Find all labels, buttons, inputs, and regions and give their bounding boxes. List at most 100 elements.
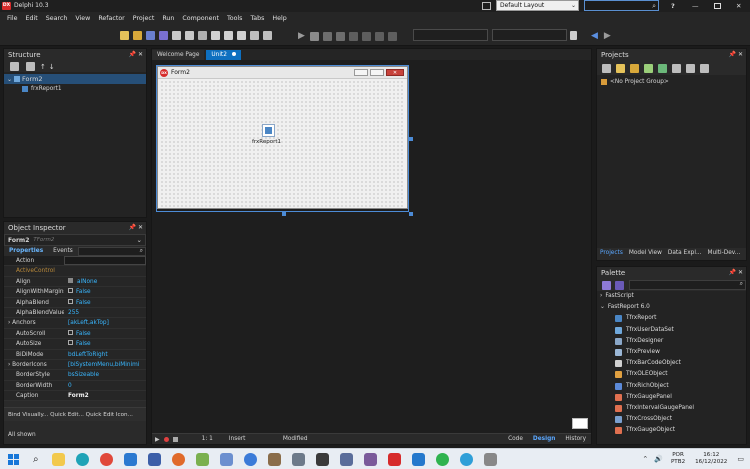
menu-help[interactable]: Help [268,12,290,26]
forward-icon[interactable]: ▶ [604,31,611,41]
save-icon[interactable] [146,31,155,40]
tree-item-frxreport1[interactable]: frxReport1 [4,84,146,94]
new-icon[interactable] [616,63,625,73]
tray-chevron-icon[interactable]: ⌃ [642,455,648,463]
layout-selector[interactable]: Default Layout ⌄ [496,0,579,11]
run-icon[interactable]: ▶ [298,31,305,41]
view-icon[interactable] [672,63,681,73]
stop-icon[interactable] [335,31,345,41]
palette-search-input[interactable]: ⌕ [629,280,746,290]
menu-file[interactable]: File [3,12,22,26]
record-icon[interactable] [163,436,169,442]
collapse-icon[interactable] [26,62,35,71]
palette-item[interactable]: TfrxBarCodeObject [597,358,746,369]
notification-icon[interactable]: ▭ [737,455,744,463]
palette-view-icon[interactable] [602,280,611,290]
checkbox[interactable] [68,298,73,304]
app-icon[interactable] [484,452,498,466]
run-icon[interactable]: ▶ [155,436,160,443]
view-unit-icon[interactable] [224,31,233,40]
form-client-area[interactable]: frxReport1 [160,80,405,207]
property-row[interactable]: AutoScroll False [4,329,146,340]
inspector-links[interactable]: Bind Visually... Quick Edit... Quick Edi… [4,407,146,421]
toggle-form-icon[interactable] [250,31,259,40]
palette-item[interactable]: TfrxGaugeObject [597,425,746,436]
run-without-debug-icon[interactable] [309,31,319,41]
step-into-icon[interactable] [361,31,371,41]
resize-handle[interactable] [409,212,413,216]
device-icon[interactable] [570,31,577,40]
vscode-icon[interactable] [412,452,426,466]
help-icon[interactable]: ? [671,0,675,12]
volume-icon[interactable]: 🔊 [654,455,663,463]
property-row[interactable]: Action [4,256,146,267]
tab-data-explorer[interactable]: Data Expl... [665,248,705,258]
menu-tabs[interactable]: Tabs [246,12,268,26]
tab-properties[interactable]: Properties [4,246,48,256]
palette-item[interactable]: TfrxRichObject [597,381,746,392]
property-row[interactable]: › Anchors [akLeft,akTop] [4,318,146,329]
tool-icon[interactable] [292,452,306,466]
search-input[interactable]: ⌕ [584,0,659,11]
property-row[interactable]: AlphaBlendValue 255 [4,308,146,319]
form-maximize-button[interactable] [370,69,384,76]
sort-icon[interactable] [700,63,709,73]
photos-icon[interactable] [220,452,234,466]
tab-design[interactable]: Design [528,434,560,444]
filter-icon[interactable] [686,63,695,73]
edge-icon[interactable] [76,452,90,466]
menu-tools[interactable]: Tools [223,12,247,26]
platform-combo[interactable] [413,29,488,41]
menu-refactor[interactable]: Refactor [94,12,128,26]
menu-project[interactable]: Project [129,12,159,26]
save-all-icon[interactable] [159,31,168,40]
new-unit-icon[interactable] [185,31,194,40]
tab-history[interactable]: History [560,434,591,444]
run-to-cursor-icon[interactable] [387,31,397,41]
panel-pin-close-icon[interactable]: 📌 ✕ [129,222,143,234]
options-icon[interactable] [263,31,272,40]
tree-item-form2[interactable]: ⌄ Form2 [4,74,146,84]
property-row[interactable]: ActiveControl [4,266,146,277]
back-icon[interactable]: ◀ [591,31,598,41]
property-row[interactable]: AlphaBlend False [4,298,146,308]
trace-icon[interactable] [374,31,384,41]
arrow-down-icon[interactable]: ↓ [49,63,55,71]
close-button[interactable]: ✕ [736,0,741,12]
property-row[interactable]: AutoSize False [4,339,146,350]
file-explorer-icon[interactable] [52,452,66,466]
tab-multi-device[interactable]: Multi-Dev... [704,248,743,258]
project-group-item[interactable]: <No Project Group> [597,77,746,87]
chevron-right-icon[interactable]: › [8,362,10,368]
whatsapp-icon[interactable] [436,452,450,466]
form-close-button[interactable]: ✕ [386,69,404,76]
notepad-plus-icon[interactable] [196,452,210,466]
language-indicator[interactable]: POR PTB2 [671,452,685,466]
telegram-icon[interactable] [460,452,474,466]
panel-pin-close-icon[interactable]: 📌 ✕ [129,49,143,61]
step-over-icon[interactable] [348,31,358,41]
tab-code[interactable]: Code [503,434,528,444]
palette-category-fastreport[interactable]: ⌄ FastReport 6.0 [597,302,746,313]
mail-icon[interactable] [124,452,138,466]
resize-handle[interactable] [409,137,413,141]
clock[interactable]: 16:12 16/12/2022 [695,452,727,466]
palette-item[interactable]: TfrxCrossObject [597,414,746,425]
remove-icon[interactable] [644,63,653,73]
palette-category-fastscript[interactable]: › FastScript [597,291,746,302]
app-icon[interactable] [364,452,378,466]
panel-pin-close-icon[interactable]: 📌 ✕ [729,267,743,279]
browser-icon[interactable] [244,452,258,466]
resize-handle[interactable] [282,212,286,216]
menu-search[interactable]: Search [42,12,72,26]
stop-icon[interactable] [172,436,178,442]
tab-projects[interactable]: Projects [597,248,626,258]
checkbox[interactable] [68,340,73,346]
layout-icon[interactable] [211,31,220,40]
palette-item[interactable]: TfrxReport [597,313,746,324]
new-form-icon[interactable] [172,31,181,40]
maximize-button[interactable] [714,3,721,9]
add-icon[interactable] [630,63,639,73]
property-row[interactable]: › BorderIcons [biSystemMenu,biMinimi [4,360,146,371]
tab-unit2[interactable]: Unit2 [206,49,241,60]
